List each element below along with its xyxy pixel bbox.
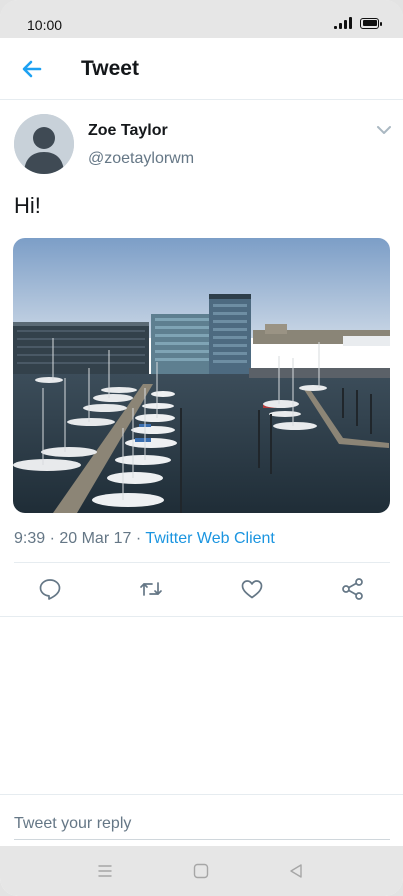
tweet-actions bbox=[0, 570, 403, 610]
menu-icon bbox=[98, 865, 112, 877]
status-bar: 10:00 bbox=[0, 0, 403, 38]
tweet-photo[interactable] bbox=[13, 238, 390, 513]
default-avatar-icon bbox=[14, 114, 74, 174]
reply-button[interactable] bbox=[37, 576, 63, 602]
author-handle[interactable]: @zoetaylorwm bbox=[88, 150, 194, 168]
marina-photo bbox=[13, 238, 390, 513]
status-time: 10:00 bbox=[27, 17, 63, 33]
system-back-button[interactable] bbox=[287, 862, 305, 880]
reply-bubble-icon bbox=[39, 579, 61, 600]
meta-separator: · bbox=[45, 530, 60, 547]
client-link[interactable]: Twitter Web Client bbox=[145, 530, 275, 547]
share-icon bbox=[342, 578, 363, 600]
chevron-down-icon bbox=[377, 126, 391, 134]
heart-icon bbox=[241, 580, 263, 599]
tweet-time: 9:39 bbox=[14, 530, 46, 547]
phone-screen: 10:00 Tweet Zoe Taylor @zoetaylorwm Hi! … bbox=[0, 0, 403, 896]
home-square-icon bbox=[193, 863, 209, 879]
retweet-button[interactable] bbox=[138, 576, 164, 602]
tweet-menu-button[interactable] bbox=[375, 122, 393, 138]
divider bbox=[14, 562, 390, 563]
tweet-text: Hi! bbox=[14, 193, 41, 218]
divider bbox=[0, 794, 403, 795]
app-header: Tweet bbox=[0, 38, 403, 100]
share-button[interactable] bbox=[340, 576, 366, 602]
reply-input[interactable] bbox=[14, 808, 390, 840]
back-triangle-icon bbox=[290, 864, 302, 878]
meta-separator: · bbox=[131, 530, 146, 547]
system-nav-bar bbox=[0, 846, 403, 896]
battery-icon bbox=[360, 17, 382, 29]
arrow-left-icon bbox=[22, 60, 42, 78]
author-name[interactable]: Zoe Taylor bbox=[88, 122, 168, 140]
page-title: Tweet bbox=[81, 57, 139, 80]
tweet-meta: 9:39 · 20 Mar 17 · Twitter Web Client bbox=[14, 530, 275, 548]
retweet-icon bbox=[140, 582, 162, 596]
tweet-date: 20 Mar 17 bbox=[59, 530, 132, 547]
signal-icon bbox=[334, 17, 352, 29]
avatar[interactable] bbox=[14, 114, 74, 174]
like-button[interactable] bbox=[239, 576, 265, 602]
divider bbox=[0, 616, 403, 617]
home-button[interactable] bbox=[192, 862, 210, 880]
menu-button[interactable] bbox=[96, 862, 114, 880]
back-button[interactable] bbox=[18, 55, 46, 83]
